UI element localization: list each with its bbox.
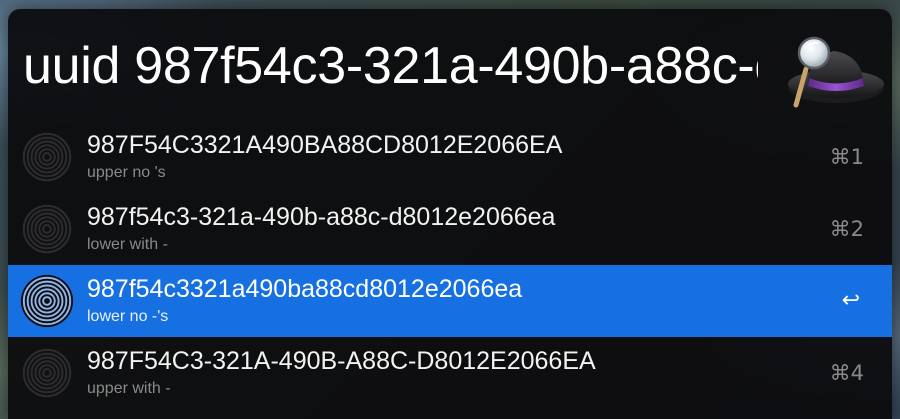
result-row-3[interactable]: 987f54c3321a490ba88cd8012e2066ea lower n… [8,265,892,337]
result-subtitle: upper with - [87,380,171,397]
return-icon: ↩ [841,288,860,313]
result-subtitle: upper no 's [87,164,166,181]
launcher-window: uuid 987f54c3-321a-490b-a88c-d8012e2066e… [8,9,892,419]
search-input[interactable]: uuid 987f54c3-321a-490b-a88c-d8012e2066e… [23,31,758,101]
result-title: 987F54C3321A490BA88CD8012E2066EA [87,131,563,159]
result-row-4[interactable]: 987F54C3-321A-490B-A88C-D8012E2066EA upp… [8,337,892,409]
shortcut-label: ⌘2 [829,217,864,241]
result-title: 987f54c3321a490ba88cd8012e2066ea [87,275,523,303]
result-row-1[interactable]: 987F54C3321A490BA88CD8012E2066EA upper n… [8,121,892,193]
alfred-hat-magnifier-icon [778,29,886,119]
fingerprint-icon [18,127,76,185]
shortcut-label: ⌘4 [829,361,864,385]
result-subtitle: lower with - [87,236,168,253]
result-row-2[interactable]: 987f54c3-321a-490b-a88c-d8012e2066ea low… [8,193,892,265]
shortcut-label: ⌘1 [829,145,864,169]
result-title: 987F54C3-321A-490B-A88C-D8012E2066EA [87,347,596,375]
results-list: 987F54C3321A490BA88CD8012E2066EA upper n… [8,121,892,409]
fingerprint-icon [18,271,76,329]
result-title: 987f54c3-321a-490b-a88c-d8012e2066ea [87,203,556,231]
fingerprint-icon [18,199,76,257]
result-subtitle: lower no -'s [87,308,169,325]
search-bar: uuid 987f54c3-321a-490b-a88c-d8012e2066e… [8,9,892,121]
fingerprint-icon [18,343,76,401]
